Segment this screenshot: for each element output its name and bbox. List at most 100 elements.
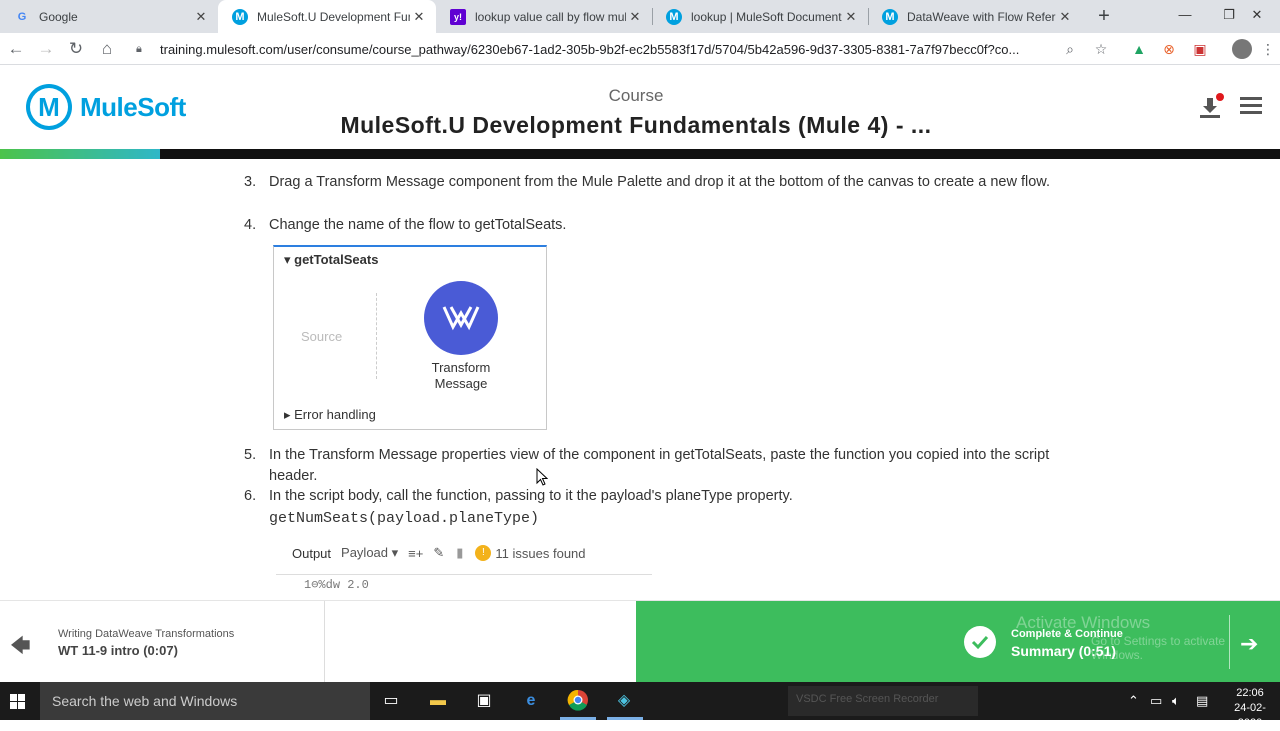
code-snippet: getNumSeats(payload.planeType) [269,510,540,527]
step-number: 6. [244,488,257,504]
step-text: Change the name of the flow to getTotalS… [269,217,567,233]
output-toolbar: Output Payload ▾ ≡+ ✎ ▮ ! 11 issues foun… [292,545,586,561]
action-center-icon[interactable]: ▤ [1196,693,1208,709]
chrome-icon[interactable] [566,689,590,713]
tab-lookup-docs[interactable]: M lookup | MuleSoft Documentat ✕ [652,0,868,33]
output-label: Output [292,545,332,561]
mulesoft-favicon-icon: M [666,8,682,25]
more-menu-icon[interactable]: ⋮ [1258,39,1278,59]
payload-label: Payload [341,545,389,560]
taskbar-search-input[interactable]: Search the web and Windows [40,682,370,720]
clock-date: 24-02-2020 [1234,702,1266,729]
zoom-icon[interactable]: ⌕ [1060,39,1080,59]
tab-yahoo-lookup[interactable]: y! lookup value call by flow mule ✕ [436,0,652,33]
url-text: training.mulesoft.com/user/consume/cours… [160,41,1020,57]
close-window-button[interactable]: ✕ [1234,0,1280,30]
mulesoft-favicon-icon: M [232,8,248,25]
tab-title: Google [39,9,78,24]
volume-icon[interactable]: 🔈︎ [1172,693,1180,709]
flow-diagram-image: ▾ getTotalSeats Source Transform Message… [273,245,547,430]
panel-divider [276,574,652,575]
minimize-button[interactable]: — [1162,0,1208,30]
tab-google[interactable]: G Google ✕ [0,0,218,33]
course-title: MuleSoft.U Development Fundamentals (Mul… [340,112,932,138]
warning-icon: ! [475,545,492,561]
close-icon[interactable]: ✕ [1056,9,1074,25]
close-icon[interactable]: ✕ [842,9,860,25]
source-divider [376,293,377,379]
course-label: Course [608,86,664,105]
source-label: Source [301,329,343,344]
google-drive-icon[interactable]: ▲ [1129,39,1149,59]
mouse-cursor-icon [536,468,548,486]
tray-chevron-icon[interactable]: ⌃ [1128,693,1139,709]
mulesoft-favicon-icon: M [882,8,898,25]
back-button[interactable]: ← [4,37,28,61]
tab-dataweave-flowref[interactable]: M DataWeave with Flow Referenc ✕ [868,0,1082,33]
issues-count: 11 issues found [495,545,586,561]
close-icon[interactable]: ✕ [626,9,644,25]
previous-lesson-button[interactable]: 🡄︎ [10,631,34,657]
tab-title: MuleSoft.U Development Fund [257,9,410,24]
windows-taskbar: Search the web and Windows ▭ ▬ ▣ e ◈ VSD… [0,682,1280,729]
hamburger-menu-icon[interactable] [1240,97,1262,115]
error-handling-text: Error handling [294,407,376,422]
recorder-label: VSDC Free Screen Recorder [796,693,939,705]
yahoo-favicon-icon: y! [450,8,466,25]
previous-lesson-title[interactable]: WT 11-9 intro (0:07) [58,643,178,658]
step-text: Drag a Transform Message component from … [269,174,1050,190]
edge-icon[interactable]: e [519,689,543,713]
address-bar[interactable]: 🔒︎ training.mulesoft.com/user/consume/co… [130,35,1090,63]
complete-continue-label: Complete & Continue [1011,628,1123,640]
transform-message-icon [424,281,498,355]
search-placeholder: Search the web and Windows [52,693,238,709]
tab-title: DataWeave with Flow Referenc [907,9,1056,24]
forward-button[interactable]: → [34,37,58,61]
footer-divider [324,601,325,683]
home-button[interactable]: ⌂ [95,37,119,61]
file-explorer-icon[interactable]: ▬ [426,689,450,713]
dataweave-output-panel-image: Output Payload ▾ ≡+ ✎ ▮ ! 11 issues foun… [276,535,652,600]
notification-dot [1216,93,1224,101]
store-icon[interactable]: ▣ [472,689,496,713]
tab-title: lookup value call by flow mule [475,9,626,24]
step-3: 3. Drag a Transform Message component fr… [244,172,1064,216]
next-arrow-icon[interactable]: ➔ [1240,631,1258,657]
complete-continue-button[interactable]: Activate Windows Go to Settings to activ… [636,601,1280,683]
payload-dropdown: Payload ▾ [341,545,399,560]
close-icon[interactable]: ✕ [192,9,210,25]
battery-icon[interactable]: ▭ [1150,693,1162,709]
step-number: 5. [244,447,257,463]
screen-recorder-window[interactable]: VSDC Free Screen Recorder [788,686,978,716]
windows-start-icon[interactable] [10,694,26,710]
step-text: In the script body, call the function, p… [269,488,793,504]
step-5: 5. In the Transform Message properties v… [244,445,1064,489]
new-tab-button[interactable]: + [1094,5,1114,27]
taskbar-clock[interactable]: 22:06 24-02-2020 [1222,686,1278,731]
reload-button[interactable]: ↻ [64,37,88,61]
previous-section-label[interactable]: Writing DataWeave Transformations [58,628,234,640]
transform-message-label: Transform Message [431,360,491,391]
lock-icon: 🔒︎ [136,42,142,55]
task-view-icon[interactable]: ▭ [379,689,403,713]
course-progress-fill [0,149,160,159]
pencil-icon: ✎ [433,545,445,560]
clock-time: 22:06 [1236,687,1264,699]
pocket-icon[interactable]: ▣ [1190,39,1210,59]
check-icon [964,626,996,658]
close-icon[interactable]: ✕ [410,9,428,25]
trash-icon: ▮ [456,545,464,560]
flow-header: ▾ getTotalSeats [284,252,379,267]
anypoint-studio-icon[interactable]: ◈ [612,689,636,713]
browser-tab-strip: G Google ✕ M MuleSoft.U Development Fund… [0,0,1280,33]
step-text: In the Transform Message properties view… [269,447,1050,484]
error-handling-label: ▸ Error handling [284,407,376,422]
course-progress-bar [0,149,1280,159]
extension-icon[interactable]: ⊗ [1159,39,1179,59]
flow-name: getTotalSeats [294,252,379,267]
tab-mulesoft-course[interactable]: M MuleSoft.U Development Fund ✕ [218,0,436,33]
next-lesson-title: Summary (0:51) [1011,643,1117,659]
profile-avatar[interactable] [1232,39,1252,59]
bookmark-star-icon[interactable]: ☆ [1091,39,1111,59]
next-divider [1229,615,1230,669]
